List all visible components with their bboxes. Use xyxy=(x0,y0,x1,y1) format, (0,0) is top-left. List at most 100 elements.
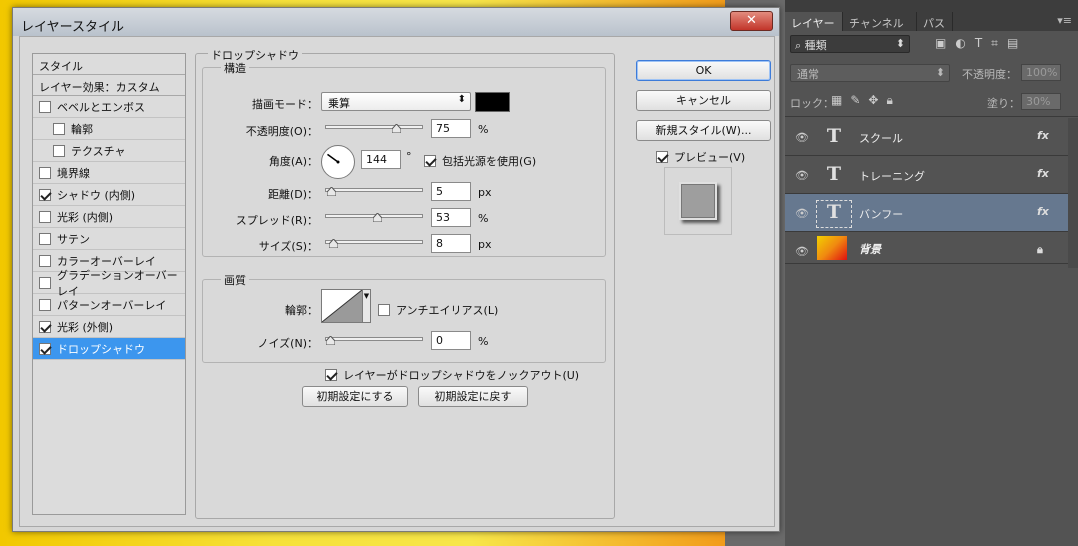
style-checkbox[interactable] xyxy=(39,298,51,311)
style-checkbox[interactable] xyxy=(39,166,51,179)
layer-row[interactable]: 👁︎ T トレーニング fx xyxy=(785,156,1068,194)
style-checkbox[interactable] xyxy=(39,210,51,223)
tab-paths[interactable]: パス xyxy=(917,12,953,31)
close-button[interactable]: ✕ xyxy=(730,11,773,31)
layer-name: 背景 xyxy=(859,243,881,256)
distance-slider-thumb[interactable] xyxy=(327,187,337,196)
type-filter-icon[interactable]: T xyxy=(975,36,991,50)
style-item[interactable]: 光彩 (内側) xyxy=(33,206,185,228)
style-item[interactable]: 光彩 (外側) xyxy=(33,316,185,338)
global-light-checkbox[interactable] xyxy=(424,155,436,167)
spread-slider-thumb[interactable] xyxy=(372,213,382,222)
distance-label: 距離(D)： xyxy=(267,188,318,201)
style-checkbox[interactable] xyxy=(39,232,51,245)
cancel-button[interactable]: キャンセル xyxy=(636,90,771,111)
noise-slider-thumb[interactable] xyxy=(326,336,335,345)
blend-mode-select[interactable]: 乗算 ⬍ xyxy=(321,92,471,111)
preview-option[interactable]: プレビュー(V) xyxy=(656,149,745,165)
style-item[interactable]: シャドウ (内側) xyxy=(33,184,185,206)
style-checkbox[interactable] xyxy=(53,122,65,135)
visibility-eye-icon[interactable]: 👁︎ xyxy=(795,131,809,144)
lock-all-icon[interactable]: 🔒︎ xyxy=(886,93,900,107)
distance-input[interactable]: 5 xyxy=(431,182,471,201)
antialias-checkbox[interactable] xyxy=(378,304,390,316)
layer-blend-mode-select[interactable]: 通常 ⬍ xyxy=(790,64,950,82)
style-checkbox[interactable] xyxy=(39,342,51,355)
adjustment-filter-icon[interactable]: ◐ xyxy=(955,36,974,50)
lock-transparency-icon[interactable]: ▦ xyxy=(831,93,850,107)
layer-list-scrollbar[interactable] xyxy=(1068,118,1078,268)
layer-row[interactable]: 👁︎ T バンフー fx xyxy=(785,194,1068,232)
style-item[interactable]: テクスチャ xyxy=(33,140,185,162)
style-checkbox[interactable] xyxy=(39,100,51,113)
smart-object-filter-icon[interactable]: ▤ xyxy=(1007,36,1027,50)
style-checkbox[interactable] xyxy=(39,254,51,267)
style-item[interactable]: サテン xyxy=(33,228,185,250)
layer-thumbnail xyxy=(817,236,847,260)
new-style-button[interactable]: 新規スタイル(W)... xyxy=(636,120,771,141)
layer-opacity-input[interactable]: 100% xyxy=(1021,64,1061,81)
layer-row[interactable]: 👁︎ 背景 🔒︎ xyxy=(785,232,1068,264)
fill-input[interactable]: 30% xyxy=(1021,93,1061,110)
style-list-header[interactable]: スタイル xyxy=(33,54,185,75)
distance-slider[interactable] xyxy=(325,187,423,196)
lock-icons[interactable]: ▦✎✥🔒︎ xyxy=(831,93,901,108)
knockout-checkbox[interactable] xyxy=(325,369,337,381)
filter-kind-select[interactable]: ⌕ 種類 ⬍ xyxy=(790,35,910,53)
layer-row[interactable]: 👁︎ T スクール fx xyxy=(785,118,1068,156)
size-input[interactable]: 8 xyxy=(431,234,471,253)
style-checkbox[interactable] xyxy=(39,188,51,201)
opacity-slider-thumb[interactable] xyxy=(392,124,401,133)
noise-slider[interactable] xyxy=(325,336,423,345)
panel-menu-icon[interactable]: ▾≡ xyxy=(1057,14,1072,27)
opacity-slider[interactable] xyxy=(325,124,423,133)
spread-input[interactable]: 53 xyxy=(431,208,471,227)
contour-dropdown-icon[interactable]: ▼ xyxy=(363,289,371,323)
shadow-color-swatch[interactable] xyxy=(475,92,510,112)
dialog-titlebar[interactable]: レイヤースタイル ✕ xyxy=(13,8,779,36)
angle-unit: ° xyxy=(406,150,412,163)
layer-effects-label[interactable]: レイヤー効果：カスタム xyxy=(33,75,185,96)
style-checkbox[interactable] xyxy=(53,144,65,157)
visibility-eye-icon[interactable]: 👁︎ xyxy=(795,169,809,182)
reset-default-button[interactable]: 初期設定に戻す xyxy=(418,386,528,407)
style-item[interactable]: 輪郭 xyxy=(33,118,185,140)
preview-checkbox[interactable] xyxy=(656,151,668,163)
style-item[interactable]: ドロップシャドウ xyxy=(33,338,185,360)
lock-pixels-icon[interactable]: ✎ xyxy=(850,93,868,107)
shape-filter-icon[interactable]: ⌗ xyxy=(991,36,1007,50)
visibility-eye-icon[interactable]: 👁︎ xyxy=(795,207,809,220)
spread-slider[interactable] xyxy=(325,213,423,222)
layer-effects-badge[interactable]: fx xyxy=(1037,167,1049,180)
opacity-input[interactable]: 75 xyxy=(431,119,471,138)
angle-dial[interactable] xyxy=(321,145,355,179)
global-light-option[interactable]: 包括光源を使用(G) xyxy=(424,153,536,169)
layer-name: スクール xyxy=(859,132,903,145)
panel-tabs: レイヤー チャンネル パス ▾≡ xyxy=(785,0,1078,31)
style-item[interactable]: パターンオーバーレイ xyxy=(33,294,185,316)
antialias-option[interactable]: アンチエイリアス(L) xyxy=(378,302,498,318)
tab-layers[interactable]: レイヤー xyxy=(785,12,843,31)
style-item[interactable]: グラデーションオーバーレイ xyxy=(33,269,185,298)
style-checkbox[interactable] xyxy=(39,320,51,333)
style-checkbox[interactable] xyxy=(39,276,51,289)
tab-channels[interactable]: チャンネル xyxy=(843,12,917,31)
angle-input[interactable]: 144 xyxy=(361,150,401,169)
knockout-option[interactable]: レイヤーがドロップシャドウをノックアウト(U) xyxy=(325,367,579,383)
style-item[interactable]: ベベルとエンボス xyxy=(33,96,185,118)
size-slider[interactable] xyxy=(325,239,423,248)
noise-input[interactable]: 0 xyxy=(431,331,471,350)
make-default-button[interactable]: 初期設定にする xyxy=(302,386,408,407)
ok-button[interactable]: OK xyxy=(636,60,771,81)
size-slider-thumb[interactable] xyxy=(328,239,338,248)
visibility-eye-icon[interactable]: 👁︎ xyxy=(795,245,809,258)
lock-position-icon[interactable]: ✥ xyxy=(868,93,886,107)
image-filter-icon[interactable]: ▣ xyxy=(935,36,955,50)
layer-effects-badge[interactable]: fx xyxy=(1037,129,1049,142)
preview-square xyxy=(679,182,717,220)
preview-thumbnail xyxy=(664,167,732,235)
filter-icons[interactable]: ▣◐T⌗▤ xyxy=(935,36,1027,51)
contour-picker[interactable] xyxy=(321,289,363,323)
layer-effects-badge[interactable]: fx xyxy=(1037,205,1049,218)
style-item[interactable]: 境界線 xyxy=(33,162,185,184)
